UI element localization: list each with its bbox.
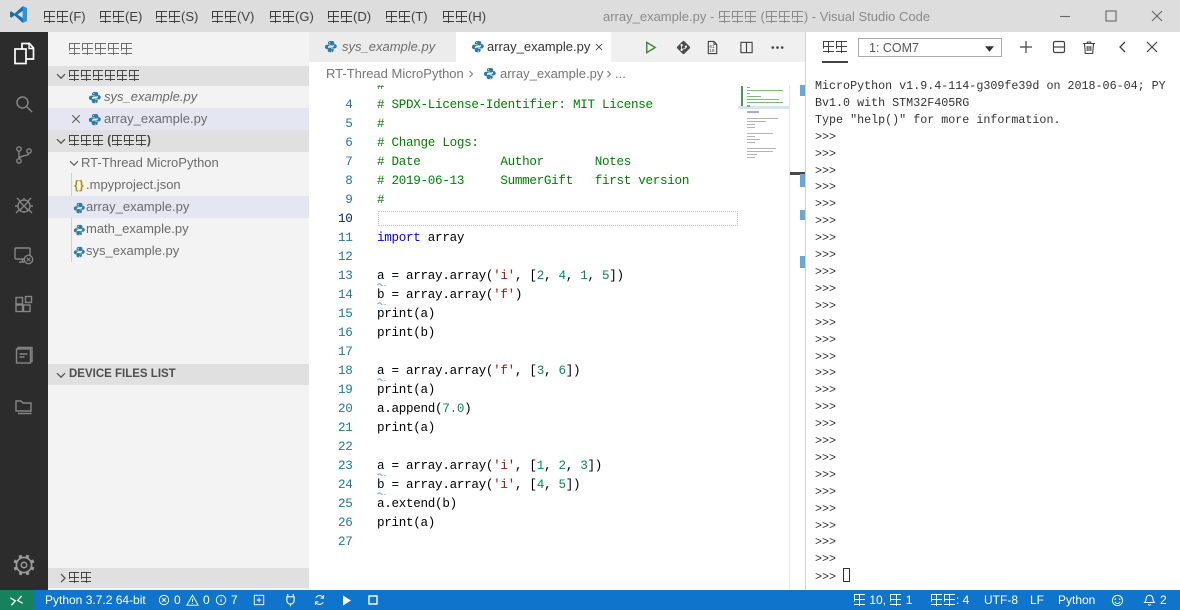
svg-text:10: 10 [709,49,715,54]
